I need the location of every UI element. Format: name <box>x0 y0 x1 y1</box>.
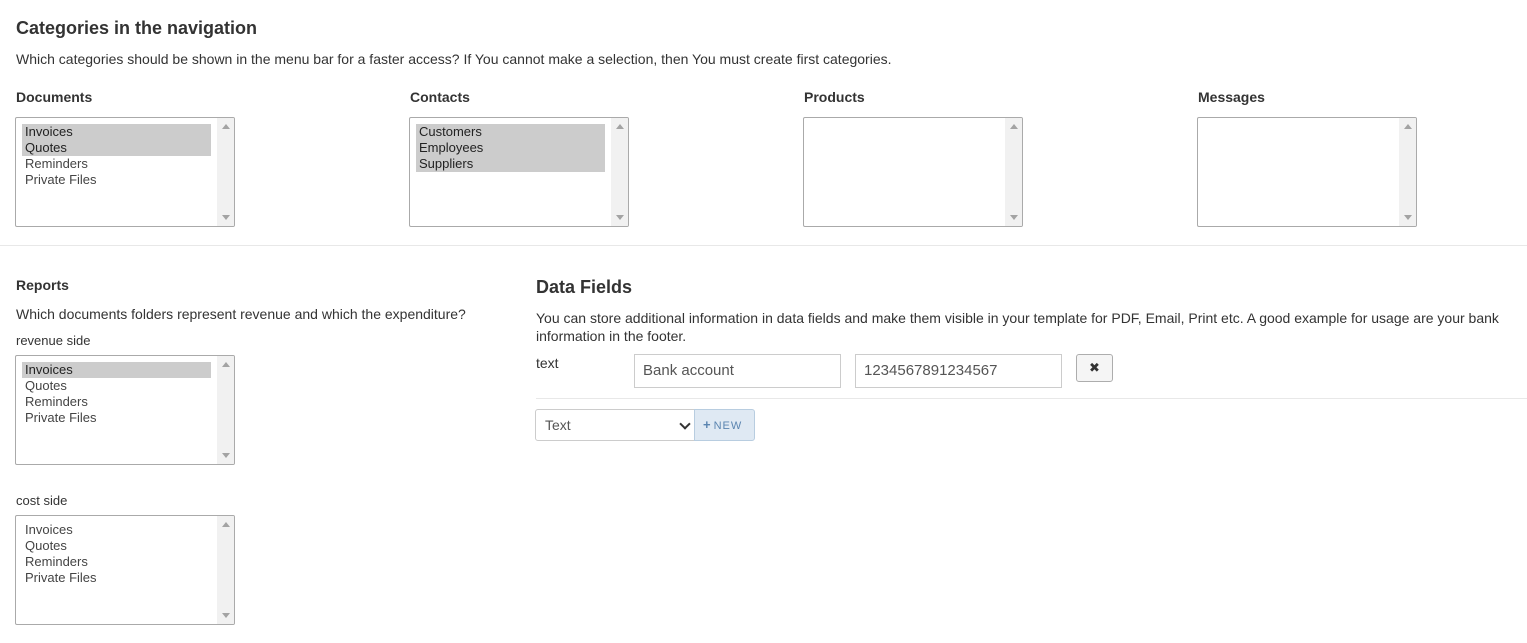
scroll-down-arrow-icon[interactable] <box>222 215 230 220</box>
list-option[interactable]: Quotes <box>22 140 211 156</box>
cost-options: Invoices Quotes Reminders Private Files <box>22 522 211 586</box>
scroll-down-arrow-icon[interactable] <box>616 215 624 220</box>
field-type-select-value: Text <box>545 417 571 433</box>
list-option[interactable]: Invoices <box>22 522 211 538</box>
documents-scrollbar[interactable] <box>217 118 234 226</box>
revenue-scrollbar[interactable] <box>217 356 234 464</box>
revenue-side-multiselect[interactable]: Invoices Quotes Reminders Private Files <box>15 355 235 465</box>
messages-scrollbar[interactable] <box>1399 118 1416 226</box>
close-icon: ✖ <box>1089 360 1100 375</box>
documents-multiselect[interactable]: Invoices Quotes Reminders Private Files <box>15 117 235 227</box>
scroll-up-arrow-icon[interactable] <box>222 124 230 129</box>
scroll-down-arrow-icon[interactable] <box>222 453 230 458</box>
contacts-scrollbar[interactable] <box>611 118 628 226</box>
products-multiselect[interactable] <box>803 117 1023 227</box>
remove-field-button[interactable]: ✖ <box>1076 354 1113 382</box>
chevron-down-icon <box>679 418 691 430</box>
new-field-button[interactable]: + NEW <box>694 409 755 441</box>
list-option[interactable]: Suppliers <box>416 156 605 172</box>
field-type-select[interactable]: Text <box>535 409 695 441</box>
products-label: Products <box>804 89 865 105</box>
scroll-down-arrow-icon[interactable] <box>1404 215 1412 220</box>
list-option[interactable]: Reminders <box>22 156 211 172</box>
cost-side-label: cost side <box>16 493 68 508</box>
documents-options: Invoices Quotes Reminders Private Files <box>22 124 211 188</box>
list-option[interactable]: Invoices <box>22 124 211 140</box>
reports-description: Which documents folders represent revenu… <box>16 306 466 322</box>
list-option[interactable]: Private Files <box>22 410 211 426</box>
reports-title: Reports <box>16 277 69 293</box>
contacts-options: Customers Employees Suppliers <box>416 124 605 172</box>
messages-multiselect[interactable] <box>1197 117 1417 227</box>
data-fields-divider <box>536 398 1527 399</box>
scroll-up-arrow-icon[interactable] <box>222 362 230 367</box>
list-option[interactable]: Private Files <box>22 172 211 188</box>
data-fields-title: Data Fields <box>536 277 633 297</box>
list-option[interactable]: Invoices <box>22 362 211 378</box>
field-name-input[interactable]: Bank account <box>634 354 841 388</box>
documents-label: Documents <box>16 89 93 105</box>
field-value-input[interactable]: 1234567891234567 <box>855 354 1062 388</box>
contacts-label: Contacts <box>410 89 470 105</box>
scroll-down-arrow-icon[interactable] <box>1010 215 1018 220</box>
list-option[interactable]: Employees <box>416 140 605 156</box>
cost-side-multiselect[interactable]: Invoices Quotes Reminders Private Files <box>15 515 235 625</box>
cost-scrollbar[interactable] <box>217 516 234 624</box>
list-option[interactable]: Reminders <box>22 554 211 570</box>
contacts-multiselect[interactable]: Customers Employees Suppliers <box>409 117 629 227</box>
scroll-up-arrow-icon[interactable] <box>1404 124 1412 129</box>
revenue-side-label: revenue side <box>16 333 91 348</box>
list-option[interactable]: Reminders <box>22 394 211 410</box>
products-scrollbar[interactable] <box>1005 118 1022 226</box>
scroll-up-arrow-icon[interactable] <box>222 522 230 527</box>
scroll-up-arrow-icon[interactable] <box>1010 124 1018 129</box>
section-divider <box>0 245 1527 246</box>
new-field-button-label: NEW <box>713 420 743 432</box>
settings-page: Categories in the navigation Which categ… <box>0 0 1527 643</box>
scroll-up-arrow-icon[interactable] <box>616 124 624 129</box>
data-fields-description: You can store additional information in … <box>536 310 1499 344</box>
list-option[interactable]: Customers <box>416 124 605 140</box>
nav-categories-description: Which categories should be shown in the … <box>16 51 892 67</box>
list-option[interactable]: Quotes <box>22 378 211 394</box>
messages-label: Messages <box>1198 89 1265 105</box>
list-option[interactable]: Quotes <box>22 538 211 554</box>
plus-icon: + <box>703 417 711 432</box>
nav-categories-title: Categories in the navigation <box>16 18 258 38</box>
scroll-down-arrow-icon[interactable] <box>222 613 230 618</box>
revenue-options: Invoices Quotes Reminders Private Files <box>22 362 211 426</box>
list-option[interactable]: Private Files <box>22 570 211 586</box>
field-type-label: text <box>536 355 559 371</box>
